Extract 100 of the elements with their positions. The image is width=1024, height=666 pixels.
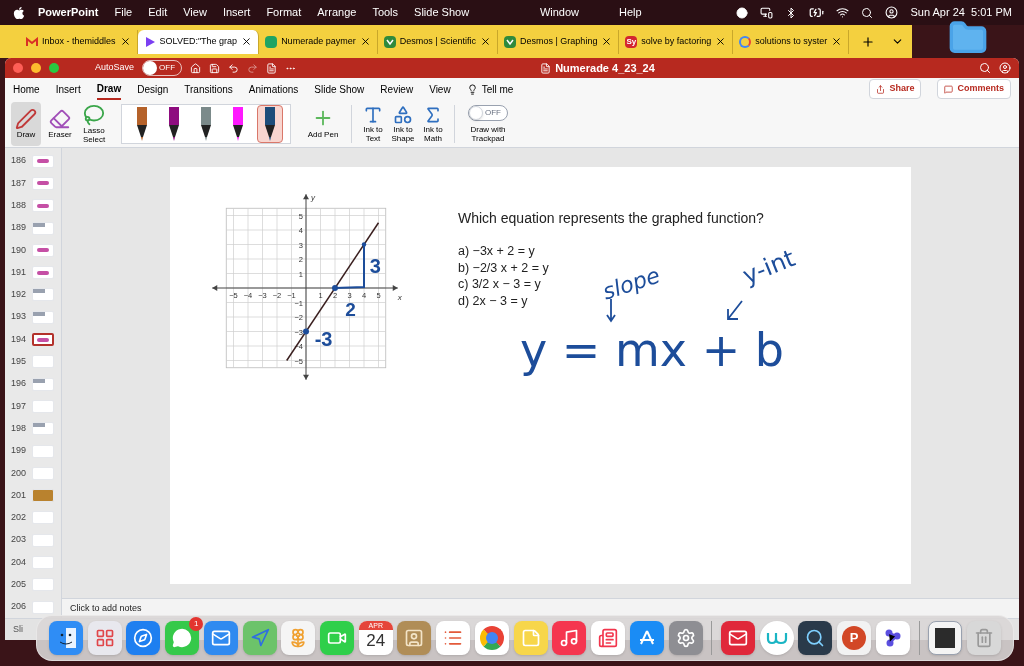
account-icon[interactable] (999, 62, 1011, 74)
control-center-icon[interactable] (885, 6, 899, 19)
close-icon[interactable] (715, 36, 727, 47)
face-icon[interactable] (49, 621, 83, 655)
close-icon[interactable] (601, 36, 613, 47)
browser-tab[interactable]: Sy solve by factoring (619, 29, 734, 54)
ribbon-tab[interactable]: Slide Show (314, 78, 365, 100)
document-icon (540, 62, 552, 74)
new-tab-icon[interactable] (861, 34, 876, 49)
trackpad-label: Draw with Trackpad (469, 124, 507, 143)
close-icon[interactable] (359, 36, 371, 47)
clock[interactable]: Sun Apr 24 5:01 PM (910, 4, 1012, 21)
dots-cluster-icon[interactable] (875, 621, 910, 655)
menu-item[interactable]: Tools (372, 4, 399, 21)
menu-item[interactable]: Insert (222, 4, 251, 21)
menu-item[interactable]: File (114, 4, 133, 21)
ribbon-tool[interactable]: Ink to Text (360, 104, 386, 143)
slide-thumbnail[interactable] (32, 333, 54, 346)
browser-tab[interactable]: solutions to syster (733, 29, 850, 54)
ribbon-tool[interactable]: Lasso Select (79, 101, 109, 146)
ribbon-tab[interactable]: Insert (55, 78, 81, 100)
tell-me-field[interactable]: Tell me (481, 81, 514, 97)
slide-number: 198 (11, 421, 26, 435)
screen-icon[interactable] (760, 6, 774, 19)
ink-annotation: slope (598, 261, 664, 307)
ink-dot (303, 328, 309, 335)
home-icon[interactable] (190, 62, 202, 74)
browser-icon[interactable] (474, 621, 509, 655)
zoom-icon[interactable] (49, 63, 59, 73)
slide-number: 202 (11, 511, 26, 525)
lightbulb-icon[interactable] (466, 83, 478, 95)
menu-item[interactable]: Help (619, 4, 642, 21)
slide-number: 206 (11, 600, 26, 614)
notes-placeholder[interactable]: Click to add notes (70, 601, 142, 616)
bubble-glyph-icon (172, 628, 193, 648)
share-button[interactable]: Share (869, 79, 922, 99)
presentation-app-icon[interactable]: P (837, 621, 872, 655)
menu-item[interactable]: Arrange (317, 4, 357, 21)
menu-item[interactable]: View (183, 4, 207, 21)
menu-item[interactable]: Format (266, 4, 302, 21)
ribbon-tab[interactable]: Design (137, 78, 169, 100)
ribbon-tool[interactable]: Ink to Shape (390, 104, 416, 143)
ink-dot (332, 285, 338, 291)
record-icon[interactable] (736, 6, 749, 19)
comments-button[interactable]: Comments (937, 79, 1011, 99)
slide-number: 195 (11, 355, 26, 369)
app-store-icon[interactable] (629, 621, 664, 655)
close-icon[interactable] (480, 36, 491, 47)
pen-swatch[interactable] (257, 104, 283, 143)
apple-icon[interactable] (12, 5, 26, 20)
ribbon-tool[interactable]: Ink to Math (420, 104, 446, 143)
envelope-icon[interactable] (203, 621, 238, 655)
arrow-icon (726, 299, 744, 321)
window-thumbnail[interactable] (928, 621, 963, 655)
browser-tab[interactable]: Desmos | Graphing (498, 29, 620, 54)
search-icon[interactable] (861, 6, 874, 19)
ribbon-tool[interactable]: Draw (11, 101, 41, 146)
menu-item[interactable]: PowerPoint (38, 4, 99, 21)
menu-item[interactable]: Edit (148, 4, 168, 21)
toggle-switch[interactable]: OFF (468, 104, 508, 121)
browser-tab[interactable]: Desmos | Scientific (377, 29, 498, 54)
minimize-icon[interactable] (31, 63, 41, 73)
calendar-day: 24 (366, 630, 386, 652)
browser-tab[interactable]: SOLVED:"The grap (137, 29, 260, 54)
undo-icon[interactable] (228, 62, 240, 74)
ribbon-tab[interactable]: View (429, 78, 451, 100)
battery-icon[interactable] (809, 5, 825, 20)
add-pen-button[interactable]: Add Pen (303, 106, 343, 141)
grid-icon[interactable] (87, 621, 122, 655)
slide-number: 197 (11, 399, 26, 413)
menu-item[interactable]: Slide Show (414, 4, 470, 21)
answer-option: a) −3x + 2 = y (458, 243, 549, 260)
magnifier-icon[interactable] (798, 621, 833, 655)
ribbon-tab[interactable]: Animations (248, 78, 299, 100)
menu-item[interactable]: Window (539, 4, 580, 21)
close-window-icon[interactable] (13, 63, 23, 73)
gear-icon[interactable] (668, 621, 703, 655)
browser-tab[interactable]: Inbox - themiddles (20, 29, 138, 54)
ribbon-tab[interactable]: Review (380, 78, 414, 100)
close-icon[interactable] (831, 36, 843, 47)
slide-number: 189 (11, 221, 26, 235)
ribbon-tool[interactable]: Eraser (45, 101, 75, 146)
envelope-icon[interactable] (720, 621, 755, 655)
save-icon[interactable] (209, 62, 221, 74)
music-note-icon[interactable] (552, 621, 587, 655)
tab-title: Inbox - themiddles (42, 34, 116, 48)
map-icon[interactable] (242, 621, 277, 655)
browser-tab[interactable]: Numerade paymer (259, 29, 378, 54)
contact-card-icon[interactable] (397, 621, 432, 655)
ribbon-tab[interactable]: Transitions (184, 78, 233, 100)
compass-icon[interactable] (126, 621, 161, 655)
mail-icon (26, 35, 38, 48)
ribbon-tab[interactable]: Home (13, 78, 40, 100)
list-icon[interactable] (436, 621, 471, 655)
close-icon[interactable] (119, 36, 131, 47)
newspaper-icon[interactable] (591, 621, 626, 655)
wifi-icon[interactable] (836, 6, 850, 19)
comment-icon (944, 84, 954, 94)
close-icon[interactable] (241, 36, 253, 47)
document-icon[interactable] (266, 62, 278, 74)
